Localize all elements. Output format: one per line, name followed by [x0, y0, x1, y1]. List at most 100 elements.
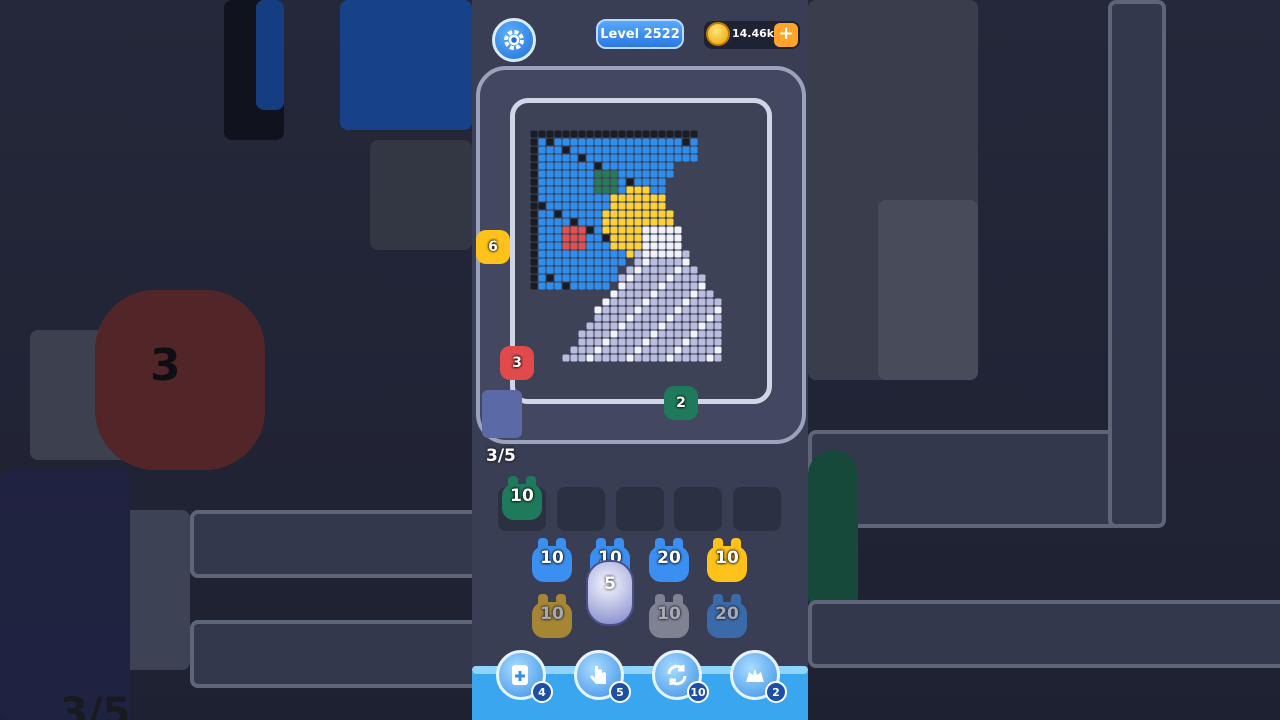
pixel-block	[666, 298, 674, 306]
pixel-block	[538, 154, 546, 162]
shooter-white-large[interactable]: 5	[586, 560, 634, 626]
pixel-block	[602, 162, 610, 170]
pixel-block	[634, 330, 642, 338]
pixel-block	[642, 154, 650, 162]
pixel-block	[642, 218, 650, 226]
pixel-block	[706, 346, 714, 354]
pixel-block	[570, 266, 578, 274]
pixel-block	[562, 354, 570, 362]
pixel-block	[610, 162, 618, 170]
pixel-block	[586, 354, 594, 362]
pixel-block	[578, 130, 586, 138]
pixel-block	[586, 330, 594, 338]
slot-5[interactable]	[733, 487, 781, 531]
add-coins-button[interactable]: +	[774, 23, 798, 47]
pixel-block	[682, 146, 690, 154]
shooter-gray-locked[interactable]: 10	[647, 594, 691, 640]
pixel-block	[570, 282, 578, 290]
conveyor-piece-red[interactable]: 3	[500, 346, 534, 380]
pixel-block	[546, 138, 554, 146]
pixel-block	[538, 258, 546, 266]
pixel-block	[682, 314, 690, 322]
pixel-block	[650, 298, 658, 306]
shooter-blue[interactable]: 20	[647, 538, 691, 584]
pixel-block	[658, 178, 666, 186]
pixel-block	[698, 282, 706, 290]
conveyor-piece-yellow[interactable]: 6	[476, 230, 510, 264]
pixel-block	[626, 282, 634, 290]
pixel-block	[586, 258, 594, 266]
pixel-block	[546, 266, 554, 274]
pixel-block	[546, 226, 554, 234]
pixel-block	[674, 154, 682, 162]
shooter-count: 10	[657, 604, 681, 624]
conveyor-piece-green[interactable]: 2	[664, 386, 698, 420]
shooter-blue-locked[interactable]: 20	[705, 594, 749, 640]
pixel-block	[602, 194, 610, 202]
slot-2[interactable]	[557, 487, 605, 531]
pixel-block	[610, 154, 618, 162]
pixel-block	[674, 354, 682, 362]
pixel-block	[626, 290, 634, 298]
pixel-block	[642, 162, 650, 170]
booster-add-slot[interactable]: 4	[496, 650, 553, 703]
pixel-block	[698, 338, 706, 346]
settings-button[interactable]	[492, 18, 536, 62]
pixel-block	[706, 314, 714, 322]
shooter-blue[interactable]: 10	[530, 538, 574, 584]
pixel-block	[642, 170, 650, 178]
pixel-block	[618, 346, 626, 354]
pixel-block	[546, 202, 554, 210]
shooter-count: 10	[715, 548, 739, 568]
pixel-block	[546, 194, 554, 202]
pixel-block	[554, 170, 562, 178]
pixel-block	[658, 210, 666, 218]
pixel-block	[658, 346, 666, 354]
pixel-block	[626, 346, 634, 354]
pixel-block	[682, 274, 690, 282]
pixel-block	[602, 226, 610, 234]
booster-hand[interactable]: 5	[574, 650, 631, 703]
pixel-block	[666, 322, 674, 330]
piece-count: 2	[676, 395, 686, 411]
pixel-block	[650, 274, 658, 282]
pixel-block	[666, 274, 674, 282]
pixel-block	[578, 178, 586, 186]
pixel-block	[690, 322, 698, 330]
slot-4[interactable]	[674, 487, 722, 531]
shooter-yellow-locked[interactable]: 10	[530, 594, 574, 640]
pixel-block	[626, 266, 634, 274]
pixel-block	[706, 322, 714, 330]
shooter-count: 5	[604, 574, 616, 594]
pixel-block	[562, 170, 570, 178]
pixel-block	[570, 138, 578, 146]
pixel-block	[530, 202, 538, 210]
pixel-block	[602, 282, 610, 290]
pixel-block	[626, 138, 634, 146]
pixel-block	[666, 330, 674, 338]
pixel-block	[530, 258, 538, 266]
pixel-block	[538, 282, 546, 290]
pixel-block	[642, 282, 650, 290]
pixel-block	[578, 266, 586, 274]
pixel-block	[594, 250, 602, 258]
pixel-block	[642, 202, 650, 210]
pixel-block	[626, 298, 634, 306]
pixel-block	[586, 266, 594, 274]
pixel-block	[594, 306, 602, 314]
pixel-block	[594, 162, 602, 170]
pixel-block	[610, 250, 618, 258]
shooter-yellow[interactable]: 10	[705, 538, 749, 584]
pixel-block	[586, 210, 594, 218]
pixel-block	[554, 258, 562, 266]
pixel-block	[674, 282, 682, 290]
pixel-block	[602, 258, 610, 266]
booster-magnet[interactable]: 2	[730, 650, 787, 703]
pixel-block	[642, 290, 650, 298]
pixel-block	[690, 330, 698, 338]
slot-shooter-green[interactable]: 10	[500, 476, 544, 522]
pixel-block	[594, 354, 602, 362]
pixel-block	[666, 138, 674, 146]
slot-3[interactable]	[616, 487, 664, 531]
booster-shuffle[interactable]: 10	[652, 650, 709, 703]
